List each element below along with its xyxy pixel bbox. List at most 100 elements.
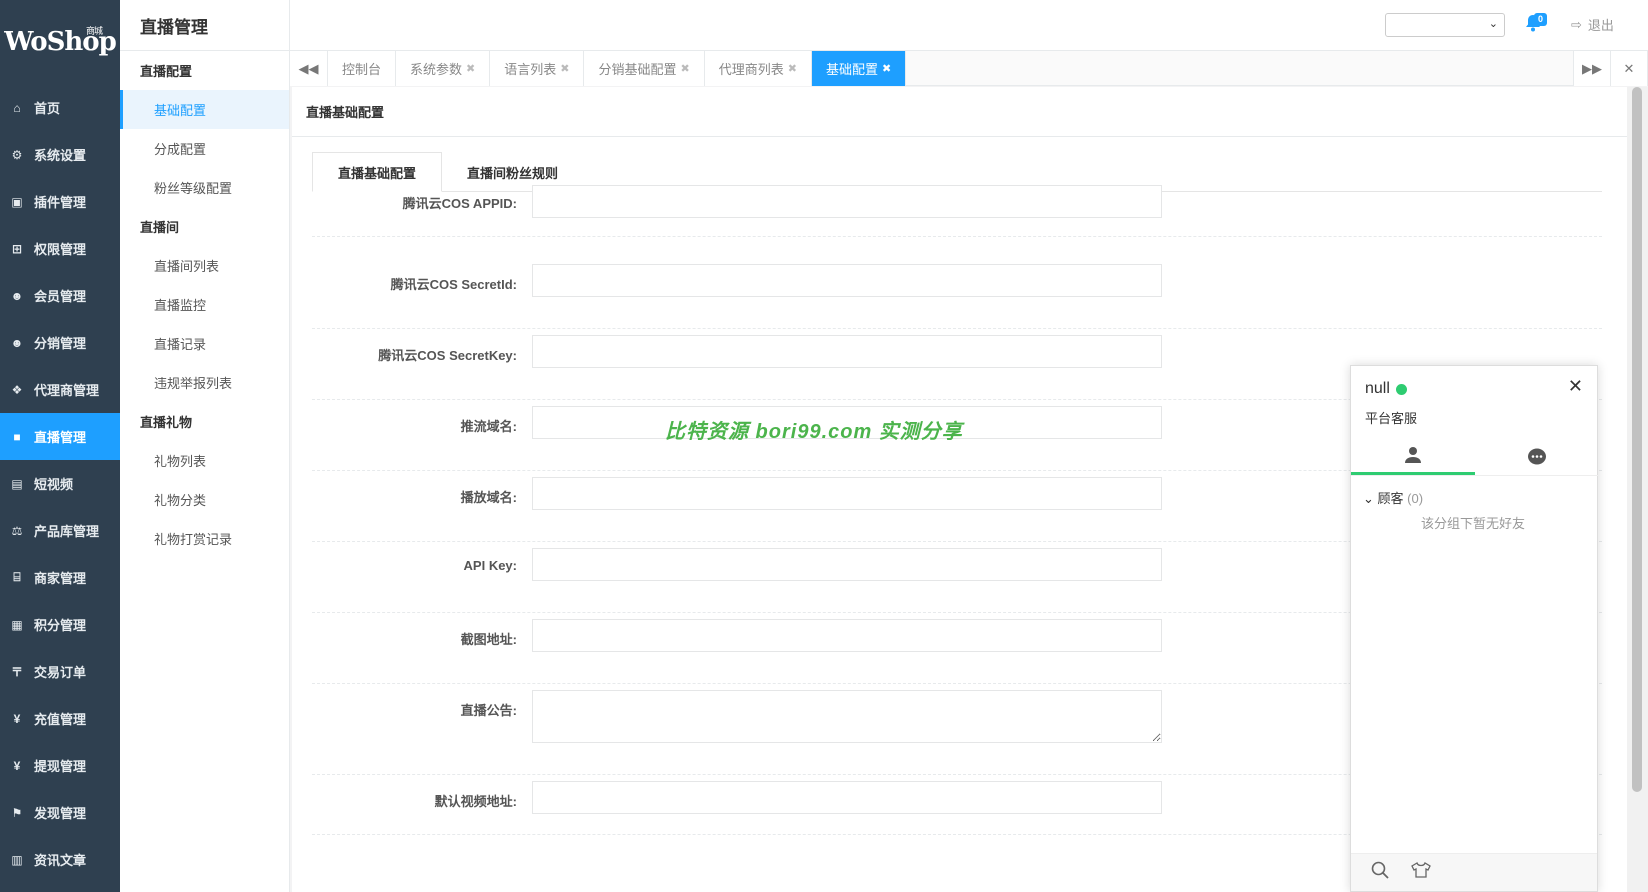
chat-close-button[interactable]: ✕ bbox=[1568, 376, 1583, 397]
form-row: 腾讯云COS SecretId: bbox=[312, 258, 1602, 329]
page-tab[interactable]: 代理商列表 ✖ bbox=[704, 51, 812, 86]
form-input[interactable] bbox=[532, 619, 1162, 652]
form-input[interactable] bbox=[532, 264, 1162, 297]
top-header: ⌄ 0 ⇨ 退出 bbox=[290, 0, 1648, 51]
chat-subtitle: 平台客服 bbox=[1365, 411, 1418, 426]
subnav-item[interactable]: 礼物打赏记录 bbox=[120, 519, 289, 558]
page-tab-label: 系统参数 bbox=[410, 62, 463, 77]
form-input[interactable] bbox=[532, 185, 1162, 218]
page-tab[interactable]: 基础配置 ✖ bbox=[811, 51, 907, 86]
double-chevron-left-icon: ◀◀ bbox=[298, 60, 319, 76]
contacts-tab[interactable] bbox=[1351, 438, 1475, 475]
page-tabs-bar: ◀◀ 控制台 系统参数 ✖ 语言列表 ✖ 分销基础配置 ✖ 代理商列表 ✖ 基础配置 ✖ ▶▶ ✕ bbox=[290, 51, 1648, 86]
nav-item-label: 插件管理 bbox=[34, 195, 87, 210]
sitemap-icon: ⊞ bbox=[11, 241, 23, 256]
page-tab-label: 语言列表 bbox=[504, 62, 557, 77]
nav-item-label: 直播管理 bbox=[34, 430, 87, 445]
form-label: 默认视频地址: bbox=[434, 794, 517, 809]
form-input[interactable] bbox=[532, 548, 1162, 581]
file-video-icon: ▤ bbox=[11, 476, 23, 491]
subnav-group-heading: 直播间 bbox=[140, 220, 180, 235]
subnav-item[interactable]: 直播记录 bbox=[120, 324, 289, 363]
nav-item[interactable]: 〒交易订单 bbox=[0, 648, 120, 695]
subnav-item[interactable]: 礼物分类 bbox=[120, 480, 289, 519]
tab-close-icon[interactable]: ✖ bbox=[466, 62, 475, 75]
announcement-textarea[interactable] bbox=[532, 690, 1162, 743]
close-all-tabs-button[interactable]: ✕ bbox=[1610, 51, 1648, 86]
online-status-icon bbox=[1395, 383, 1407, 395]
form-input[interactable] bbox=[532, 335, 1162, 368]
search-icon[interactable] bbox=[1371, 861, 1389, 884]
language-select[interactable]: ⌄ bbox=[1385, 13, 1505, 37]
nav-item[interactable]: ⌸ 商家管理 bbox=[0, 554, 120, 601]
contact-group[interactable]: ⌄ 顾客 (0) bbox=[1363, 488, 1423, 507]
form-label: 播放域名: bbox=[460, 490, 517, 505]
flag-icon: ⚑ bbox=[11, 805, 23, 820]
tab-close-icon[interactable]: ✖ bbox=[681, 62, 690, 75]
scrollbar[interactable] bbox=[1627, 87, 1648, 892]
nav-item-label: 短视频 bbox=[34, 477, 74, 492]
watermark-text: 比特资源 bori99.com 实测分享 bbox=[665, 421, 963, 443]
form-input[interactable] bbox=[532, 781, 1162, 814]
logout-button[interactable]: ⇨ 退出 bbox=[1571, 15, 1614, 34]
double-chevron-right-icon: ▶▶ bbox=[1582, 60, 1602, 76]
tabs-scroll-right-button[interactable]: ▶▶ bbox=[1573, 51, 1611, 86]
subnav-item[interactable]: 直播监控 bbox=[120, 285, 289, 324]
subnav-item[interactable]: 违规举报列表 bbox=[120, 363, 289, 402]
form-label: 推流域名: bbox=[460, 419, 517, 434]
subnav-item[interactable]: 直播间列表 bbox=[120, 246, 289, 285]
left-navigation: WoShop 商城 ⌂ 首页 ⚙ 系统设置 ▣ 插件管理 ⊞ 权限管理 ☻ 会员管理 ☻ 分销管理 ❖ 代… bbox=[0, 0, 120, 892]
form-input[interactable] bbox=[532, 477, 1162, 510]
nav-item[interactable]: ■ 直播管理 bbox=[0, 413, 120, 460]
page-tab-label: 分销基础配置 bbox=[598, 62, 677, 77]
nav-item[interactable]: ⌂ 首页 bbox=[0, 84, 120, 131]
page-tab[interactable]: 语言列表 ✖ bbox=[490, 51, 585, 86]
subnav-group-heading: 直播配置 bbox=[140, 64, 193, 79]
nav-item-label: 交易订单 bbox=[34, 665, 87, 680]
nav-item[interactable]: ¥ 充值管理 bbox=[0, 695, 120, 742]
tab-close-icon[interactable]: ✖ bbox=[882, 62, 891, 75]
nav-item[interactable]: ❖ 代理商管理 bbox=[0, 366, 120, 413]
nav-item[interactable]: ▥ 资讯文章 bbox=[0, 836, 120, 883]
plugin-icon: ▣ bbox=[11, 194, 23, 209]
subnav-item[interactable]: 礼物列表 bbox=[120, 441, 289, 480]
nav-item[interactable]: ▦ 积分管理 bbox=[0, 601, 120, 648]
section-title: 直播管理 bbox=[120, 0, 289, 51]
users-icon: ☻ bbox=[10, 335, 24, 350]
nav-item[interactable]: ⚙ 系统设置 bbox=[0, 131, 120, 178]
subnav-item[interactable]: 基础配置 bbox=[120, 90, 289, 129]
nav-item-label: 会员管理 bbox=[34, 289, 87, 304]
messages-tab[interactable] bbox=[1475, 438, 1599, 475]
page-tab-label: 控制台 bbox=[342, 62, 382, 77]
nav-item[interactable]: ▣ 插件管理 bbox=[0, 178, 120, 225]
tab-close-icon[interactable]: ✖ bbox=[560, 62, 569, 75]
subnav-item[interactable]: 粉丝等级配置 bbox=[120, 168, 289, 207]
page-tab[interactable]: 系统参数 ✖ bbox=[396, 51, 491, 86]
empty-group-text: 该分组下暂无好友 bbox=[1421, 516, 1526, 531]
tab-close-icon[interactable]: ✖ bbox=[788, 62, 797, 75]
nav-item-label: 权限管理 bbox=[34, 242, 87, 257]
chat-tabs bbox=[1351, 438, 1599, 476]
form-label: 直播公告: bbox=[460, 703, 517, 718]
nav-item-label: 积分管理 bbox=[34, 618, 87, 633]
nav-item-label: 产品库管理 bbox=[34, 524, 100, 539]
scrollbar-thumb[interactable] bbox=[1632, 87, 1642, 792]
subnav-item[interactable]: 分成配置 bbox=[120, 129, 289, 168]
nav-item-label: 系统设置 bbox=[34, 148, 87, 163]
page-tab[interactable]: 分销基础配置 ✖ bbox=[584, 51, 705, 86]
skin-icon[interactable] bbox=[1411, 862, 1431, 883]
user-icon bbox=[1405, 447, 1421, 463]
tab-basic-config[interactable]: 直播基础配置 bbox=[312, 152, 443, 192]
nav-item[interactable]: ▤ 短视频 bbox=[0, 460, 120, 507]
nav-item[interactable]: ⊞ 权限管理 bbox=[0, 225, 120, 272]
nav-item[interactable]: ☻ 分销管理 bbox=[0, 319, 120, 366]
page-tab[interactable]: 控制台 bbox=[328, 51, 397, 86]
nav-item[interactable]: ⚑ 发现管理 bbox=[0, 789, 120, 836]
nav-item[interactable]: ☻ 会员管理 bbox=[0, 272, 120, 319]
nav-item[interactable]: ¥ 提现管理 bbox=[0, 742, 120, 789]
tabs-scroll-left-button[interactable]: ◀◀ bbox=[290, 51, 328, 86]
nav-item[interactable]: ⚖ 产品库管理 bbox=[0, 507, 120, 554]
video-camera-icon: ■ bbox=[13, 429, 21, 444]
logo: WoShop 商城 bbox=[4, 26, 117, 57]
form-label: API Key: bbox=[463, 558, 517, 573]
